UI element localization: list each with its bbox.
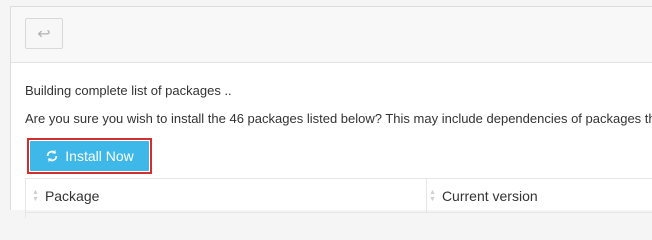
install-now-label: Install Now [65, 148, 134, 164]
install-now-button-highlight[interactable]: Install Now [27, 138, 152, 174]
header-divider [26, 212, 652, 213]
return-arrow-icon: ↩ [37, 25, 51, 43]
column-label-current-version: Current version [441, 187, 538, 204]
sort-icon: ▲ ▼ [32, 188, 39, 203]
page-frame: ↩ Building complete list of packages .. … [10, 6, 652, 218]
sort-icon: ▲ ▼ [429, 188, 436, 203]
packages-table: ▲ ▼ Package ▲ ▼ Current version [25, 178, 652, 218]
column-label-package: Package [44, 187, 100, 204]
back-button[interactable]: ↩ [25, 18, 63, 49]
content-area: Building complete list of packages .. Ar… [25, 63, 652, 218]
status-message: Building complete list of packages .. [25, 83, 232, 98]
toolbar: ↩ [11, 7, 652, 63]
column-header-current-version[interactable]: ▲ ▼ Current version [426, 179, 652, 212]
column-header-package[interactable]: ▲ ▼ Package [32, 179, 422, 212]
confirmation-message: Are you sure you wish to install the 46 … [25, 111, 652, 126]
refresh-icon [47, 149, 58, 163]
install-now-button[interactable]: Install Now [30, 141, 149, 171]
